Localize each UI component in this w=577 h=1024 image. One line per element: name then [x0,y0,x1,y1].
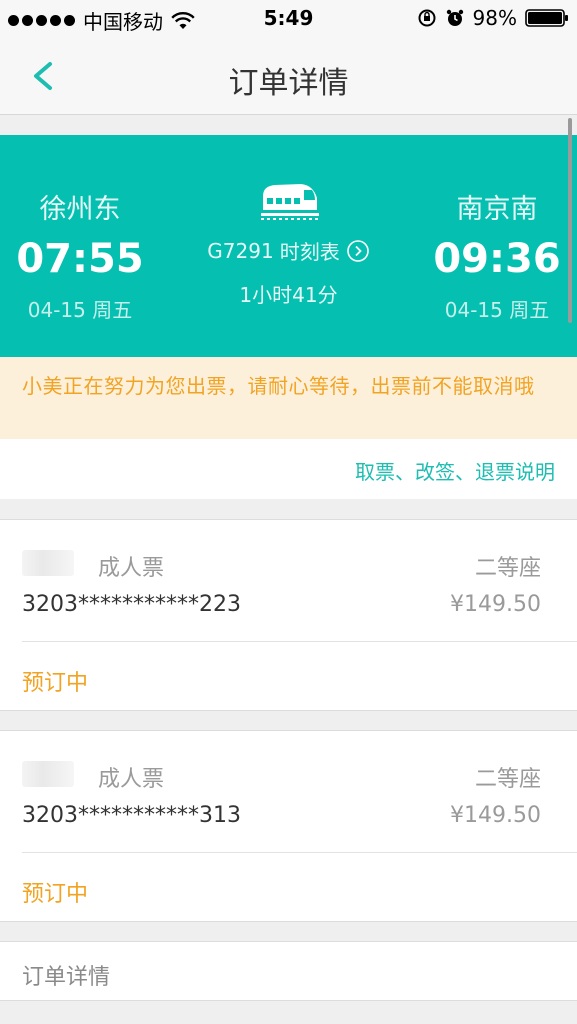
arrival-station-name: 南京南 [456,194,538,225]
seat-class: 二等座 [474,556,541,581]
ticket-policy-link[interactable]: 取票、改签、退票说明 [355,456,555,485]
passenger-card: 成人票 二等座 3203***********223 ¥149.50 预订中 [0,519,577,711]
order-details-label: 订单详情 [22,965,111,990]
trip-summary-card: 徐州东 07:55 04-15 周五 G7291 时刻表 1小时41分 南京南 … [0,135,577,357]
page-title: 订单详情 [228,66,349,101]
train-icon [260,184,319,220]
status-right: 98% [417,6,569,30]
train-number: G7291 [207,238,274,263]
booking-status: 预订中 [22,882,89,907]
id-number: 3203***********223 [22,592,241,617]
arrival-date: 04-15 周五 [444,298,550,322]
scroll-indicator [568,118,572,323]
chevron-circle-right-icon [346,239,369,262]
ticketing-notice: 小美正在努力为您出票，请耐心等待，出票前不能取消哦 [0,357,577,439]
screen: 中国移动 5:49 98% 订单详情 徐州东 07:55 04-15 周五 G7… [0,0,577,1024]
train-info: G7291 时刻表 1小时41分 [160,180,417,308]
passenger-card: 成人票 二等座 3203***********313 ¥149.50 预订中 [0,730,577,922]
divider [22,852,577,853]
ticket-price: ¥149.50 [450,803,541,828]
departure-station-name: 徐州东 [39,194,121,225]
rotation-lock-icon [418,9,436,27]
seat-class: 二等座 [474,767,541,792]
passenger-name-redacted [22,761,74,787]
arrival-time: 09:36 [433,236,561,282]
alarm-icon [446,9,463,26]
booking-status: 预订中 [22,671,89,696]
passenger-name-redacted [22,550,74,576]
timetable-label: 时刻表 [279,240,340,264]
timetable-link[interactable]: G7291 时刻表 [160,236,417,265]
id-number: 3203***********313 [22,803,241,828]
status-bar: 中国移动 5:49 98% [0,0,577,38]
divider [22,641,577,642]
departure-time: 07:55 [16,236,144,282]
order-details-row[interactable]: 订单详情 [0,941,577,1001]
trip-duration: 1小时41分 [239,283,338,307]
departure-station: 徐州东 07:55 04-15 周五 [0,187,160,323]
arrival-station: 南京南 09:36 04-15 周五 [417,187,577,323]
ticket-type: 成人票 [98,556,165,581]
policy-row: 取票、改签、退票说明 [0,439,577,499]
battery-icon [525,9,568,27]
battery-percentage: 98% [472,6,517,30]
ticket-price: ¥149.50 [450,592,541,617]
nav-bar: 订单详情 [0,38,577,115]
ticket-type: 成人票 [98,767,165,792]
departure-date: 04-15 周五 [27,298,133,322]
